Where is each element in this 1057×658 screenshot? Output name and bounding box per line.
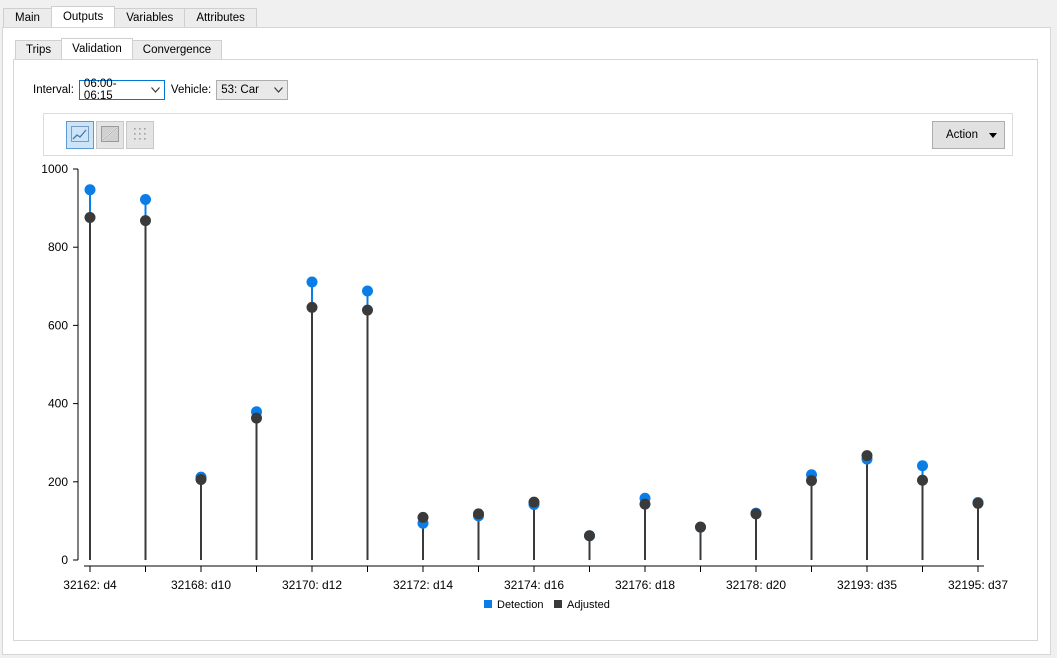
x-tick-label: 32174: d16 [504,578,564,592]
x-tick-label: 32195: d37 [948,578,1008,592]
detection-point [362,285,373,297]
detection-point [140,193,151,205]
x-tick-label: 32178: d20 [726,578,786,592]
adjusted-point [750,508,762,520]
y-tick-label: 800 [48,240,68,254]
adjusted-point [417,511,429,523]
detection-point [306,276,318,288]
adjusted-point [140,215,151,227]
legend-label-adjusted: Adjusted [567,599,610,611]
adjusted-point [972,497,984,509]
outputs-subtabbar: Trips Validation Convergence [15,38,223,60]
x-tick-label: 32193: d35 [837,578,897,592]
y-tick-label: 200 [48,475,68,489]
adjusted-point [639,498,651,510]
adjusted-point [861,450,873,462]
adjusted-point [695,521,706,533]
x-tick-label: 32162: d4 [63,578,117,592]
adjusted-point [528,496,540,508]
legend-swatch-detection [484,600,492,608]
y-tick-label: 1000 [41,162,68,176]
adjusted-point [306,301,318,313]
x-tick-label: 32176: d18 [615,578,675,592]
y-tick-label: 400 [48,397,68,411]
detection-point [917,460,928,472]
subtab-trips[interactable]: Trips [15,40,63,59]
validation-chart: 0 200 400 600 800 1000 32162: d4 32168: d10 3217… [41,162,1008,611]
y-tick-label: 0 [61,553,68,567]
legend-label-detection: Detection [497,599,543,611]
y-tick-label: 600 [48,318,68,332]
detection-point [84,184,96,196]
x-tick-label: 32168: d10 [171,578,231,592]
subtab-validation[interactable]: Validation [61,38,133,59]
adjusted-point [473,508,484,520]
legend-swatch-adjusted [554,600,562,608]
tab-outputs[interactable]: Outputs [50,6,116,27]
adjusted-point [584,530,595,542]
adjusted-point [917,474,928,486]
x-tick-label: 32172: d14 [393,578,453,592]
subtab-convergence[interactable]: Convergence [131,40,223,59]
adjusted-point [251,412,262,424]
x-tick-label: 32170: d12 [282,578,342,592]
adjusted-point [195,473,207,485]
adjusted-point [806,475,817,487]
adjusted-point [84,211,96,223]
adjusted-point [362,304,373,316]
